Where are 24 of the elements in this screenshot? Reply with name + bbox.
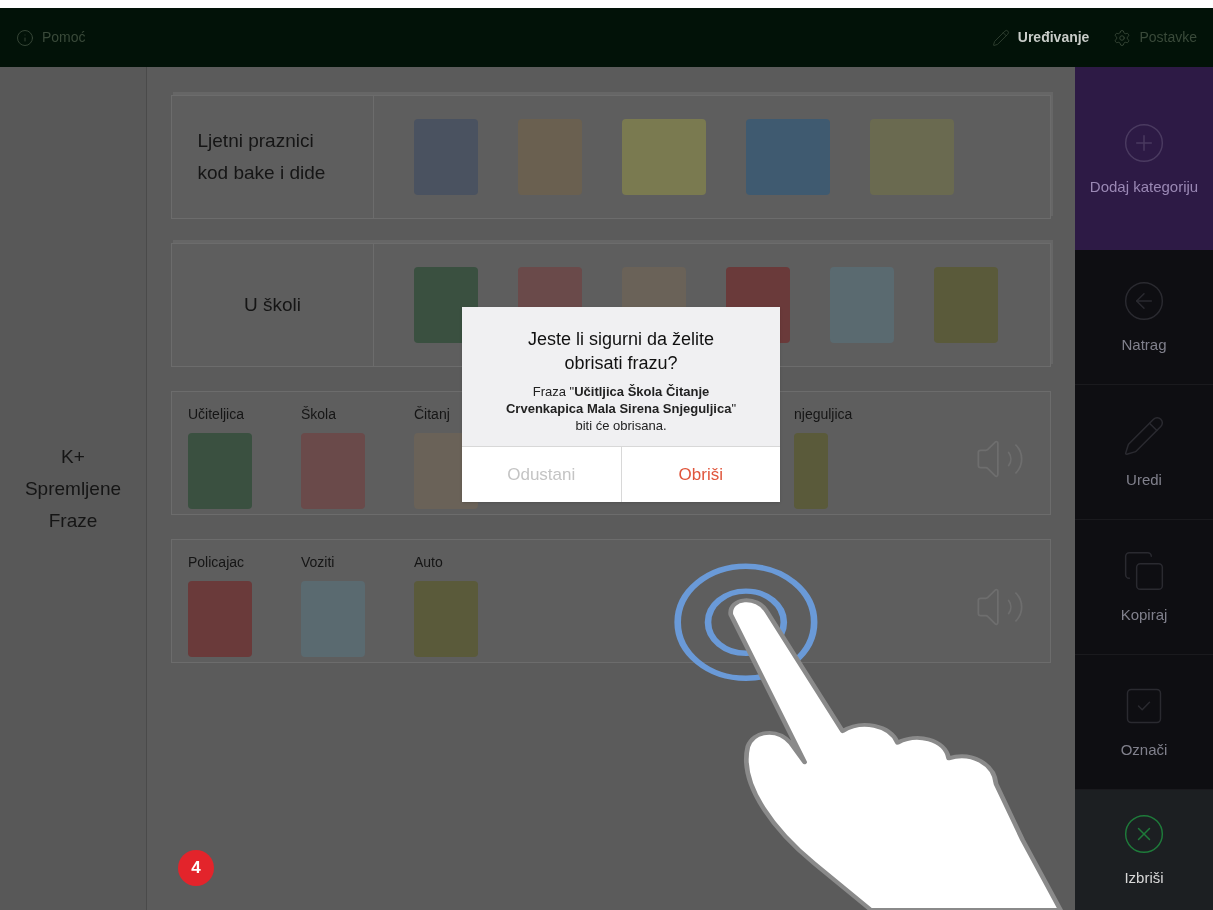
category-title: Ljetni praznici kod bake i dide [197,129,327,185]
word-label: Voziti [301,553,335,572]
copy-icon [1122,549,1166,593]
info-icon [16,28,34,47]
sidebar-button[interactable]: Izbriši [1075,790,1213,910]
phrase-card[interactable]: Policajac Voziti Auto [171,539,1051,663]
settings-icon [1113,28,1132,47]
pencil-icon [1122,414,1166,458]
category-title: U školi [244,293,301,317]
word-label: Policajac [188,553,245,572]
word-label: Auto [414,553,443,572]
category-card[interactable]: Ljetni praznici kod bake i dide [171,95,1051,219]
pencil-icon [991,28,1010,47]
help-button[interactable]: Pomoć [16,27,86,48]
panel-title: K+ Spremljene Fraze [24,444,122,533]
edit-button[interactable]: Uređivanje [991,27,1090,48]
close-circle-icon [1122,812,1166,856]
word-label: njeguljica [794,405,853,424]
word-label: Čitanj [414,405,450,424]
word-label: Škola [301,405,337,424]
settings-button[interactable]: Postavke [1113,27,1197,48]
delete-button[interactable]: Obriši [621,447,780,502]
sidebar-button[interactable]: Dodaj kategoriju [1075,67,1213,250]
word-label: Učiteljica [188,405,244,424]
